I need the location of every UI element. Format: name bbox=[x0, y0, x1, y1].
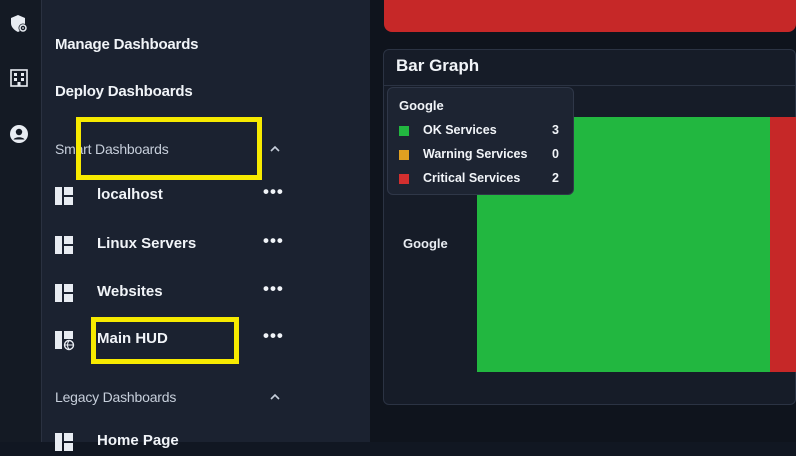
tooltip-series-name: Warning Services bbox=[423, 147, 528, 161]
legacy-item-label: Home Page bbox=[97, 432, 179, 449]
chevron-up-icon[interactable] bbox=[268, 390, 282, 404]
legend-swatch bbox=[399, 126, 409, 136]
manage-dashboards-link[interactable]: Manage Dashboards bbox=[55, 36, 199, 53]
legend-swatch bbox=[399, 150, 409, 160]
shield-gear-icon[interactable] bbox=[8, 13, 30, 35]
deploy-dashboards-link[interactable]: Deploy Dashboards bbox=[55, 83, 193, 100]
tooltip-series-value: 3 bbox=[552, 123, 559, 137]
tooltip-row-warning: Warning Services 0 bbox=[399, 147, 569, 163]
smart-item-websites[interactable]: Websites ••• bbox=[55, 279, 335, 305]
dashboard-icon bbox=[55, 236, 73, 254]
tooltip-series-value: 2 bbox=[552, 171, 559, 185]
sidebar bbox=[42, 0, 370, 442]
panel-title: Bar Graph bbox=[396, 56, 480, 75]
legacy-dashboards-section[interactable]: Legacy Dashboards bbox=[55, 389, 176, 405]
dashboard-globe-icon bbox=[55, 331, 75, 351]
more-options-button[interactable]: ••• bbox=[263, 326, 284, 346]
bar-critical-services[interactable] bbox=[770, 117, 796, 372]
dashboard-icon bbox=[55, 187, 73, 205]
more-options-button[interactable]: ••• bbox=[263, 279, 284, 299]
dashboard-icon bbox=[55, 433, 73, 451]
smart-item-linux-servers[interactable]: Linux Servers ••• bbox=[55, 231, 335, 257]
tooltip-title: Google bbox=[399, 98, 444, 113]
dashboard-icon bbox=[55, 284, 73, 302]
tooltip-series-name: Critical Services bbox=[423, 171, 521, 185]
critical-bar-widget bbox=[384, 0, 796, 32]
smart-item-localhost[interactable]: localhost ••• bbox=[55, 182, 335, 208]
chevron-up-icon[interactable] bbox=[268, 142, 282, 156]
more-options-button[interactable]: ••• bbox=[263, 231, 284, 251]
tooltip-series-value: 0 bbox=[552, 147, 559, 161]
highlight-box-smart-dashboards bbox=[76, 117, 262, 180]
more-options-button[interactable]: ••• bbox=[263, 182, 284, 202]
panel-divider bbox=[384, 85, 796, 86]
legacy-item-home-page[interactable]: Home Page bbox=[55, 430, 335, 454]
building-icon[interactable] bbox=[8, 67, 30, 89]
category-label: Google bbox=[403, 236, 448, 251]
tooltip-series-name: OK Services bbox=[423, 123, 497, 137]
legend-swatch bbox=[399, 174, 409, 184]
user-circle-icon[interactable] bbox=[8, 123, 30, 145]
smart-item-label: Websites bbox=[97, 283, 163, 300]
highlight-box-main-hud bbox=[91, 317, 239, 364]
smart-item-label: Linux Servers bbox=[97, 235, 197, 252]
tooltip-row-critical: Critical Services 2 bbox=[399, 171, 569, 187]
smart-item-label: localhost bbox=[97, 186, 163, 203]
tooltip-row-ok: OK Services 3 bbox=[399, 123, 569, 139]
